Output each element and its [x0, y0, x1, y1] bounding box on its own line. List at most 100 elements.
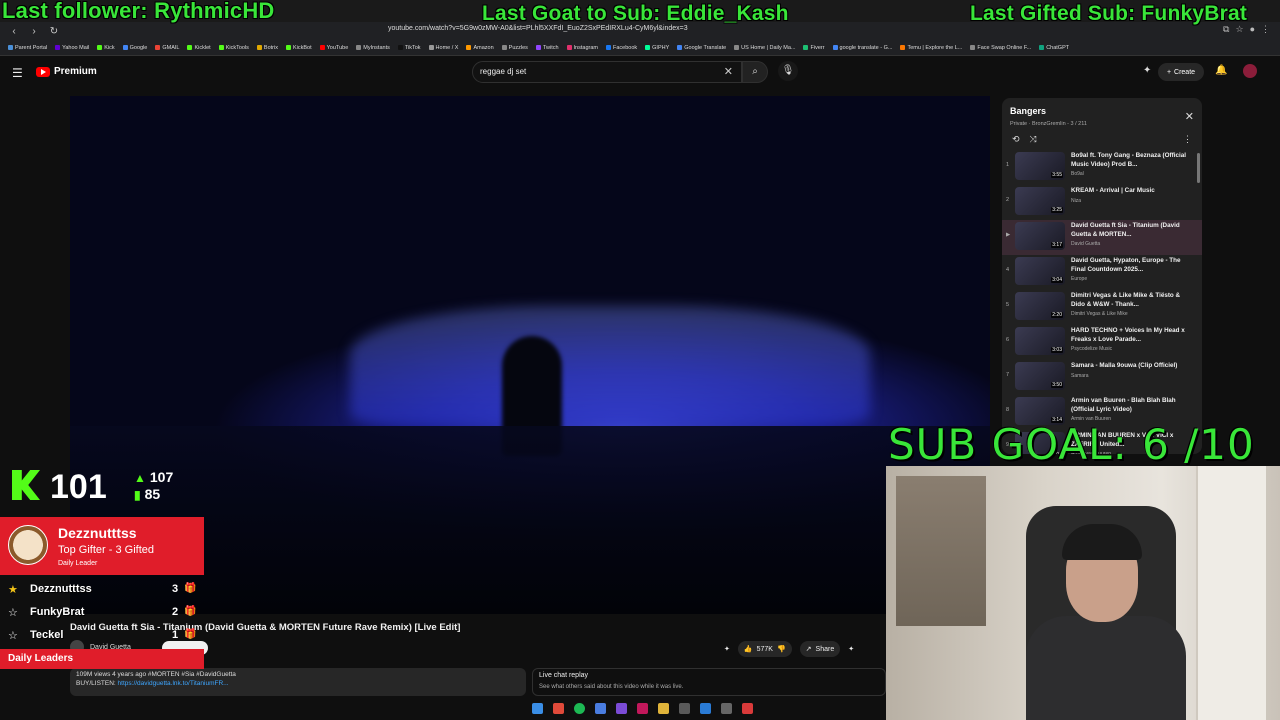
url-field[interactable]: youtube.com/watch?v=5G9w0zMW-A0&list=PLh…	[388, 25, 688, 32]
bookmark-item[interactable]: Facebook	[606, 45, 637, 51]
dislike-icon[interactable]: 👎	[777, 645, 786, 653]
settings-icon[interactable]	[720, 702, 732, 714]
menu-icon[interactable]: ⋮	[1261, 24, 1270, 35]
playlist-item[interactable]: 1 3:55 Bo9al ft. Tony Gang - Beznaza (Offi…	[1002, 150, 1202, 185]
playlist-item-thumbnail: 3:55	[1015, 152, 1065, 180]
bookmark-label: US Home | Daily Ma...	[741, 44, 796, 51]
playlist-item[interactable]: ▶ 3:17 David Guetta ft Sia - Titanium (Dav…	[1002, 220, 1202, 255]
discord-icon[interactable]	[615, 702, 627, 714]
search-icon: ⌕	[752, 66, 758, 77]
bookmark-label: YouTube	[326, 44, 349, 51]
create-button[interactable]: + Create	[1158, 63, 1204, 81]
bookmark-item[interactable]: Google	[122, 45, 147, 51]
search-input[interactable]: reggae dj set ✕	[472, 61, 742, 83]
playlist-more-icon[interactable]: ⋮	[1183, 134, 1192, 145]
app-icon-4[interactable]	[741, 702, 753, 714]
live-chat-title: Live chat replay	[539, 672, 589, 679]
cast-icon[interactable]: ✦	[1143, 65, 1151, 76]
bookmark-item[interactable]: Google Translate	[677, 45, 726, 51]
bookmark-item[interactable]: US Home | Daily Ma...	[734, 45, 795, 51]
youtube-play-icon	[36, 66, 50, 77]
description-link[interactable]: https://davidguetta.lnk.to/TitaniumFR...	[118, 680, 229, 687]
playlist-item[interactable]: 4 3:04 David Guetta, Hypaton, Europe - The…	[1002, 255, 1202, 290]
bookmark-label: Fiverr	[810, 44, 825, 51]
share-label: Share	[815, 645, 835, 653]
obs-icon[interactable]	[636, 702, 648, 714]
reload-icon[interactable]: ↻	[48, 26, 60, 37]
youtube-logo[interactable]: Premium	[36, 66, 97, 77]
like-count[interactable]: 577K	[757, 646, 773, 653]
bookmark-item[interactable]: MyInstants	[356, 45, 390, 51]
shuffle-icon[interactable]: ⤨	[1030, 134, 1037, 145]
loop-icon[interactable]: ⟲	[1012, 134, 1020, 145]
hamburger-menu-icon[interactable]: ☰	[12, 66, 23, 80]
playlist-item[interactable]: 7 3:50 Samara - Malla 9ouwa (Clip Officiel…	[1002, 360, 1202, 395]
app-icon-2[interactable]	[678, 702, 690, 714]
bookmark-item[interactable]: Kicklet	[187, 45, 211, 51]
bookmark-item[interactable]: Fiverr	[803, 44, 825, 51]
taskbar	[492, 698, 792, 718]
forward-icon[interactable]: ›	[28, 26, 40, 37]
gift-icon: 🎁	[184, 583, 197, 594]
share-button[interactable]: ↗ Share	[799, 641, 841, 657]
create-label: Create	[1174, 68, 1196, 76]
playlist-item[interactable]: 2 3:25 KREAM - Arrival | Car Music Niza	[1002, 185, 1202, 220]
more-actions-icon[interactable]: ✦	[848, 645, 854, 653]
bookmark-item[interactable]: Instagram	[566, 45, 598, 51]
bookmark-item[interactable]: Parent Portal	[8, 45, 47, 51]
bookmark-item[interactable]: KickTools	[218, 45, 249, 51]
gift-icon: 🎁	[184, 606, 197, 617]
like-icon[interactable]: 👍	[744, 645, 753, 653]
profile-icon[interactable]: ●	[1250, 24, 1255, 35]
bookmark-favicon-icon	[428, 45, 434, 50]
account-avatar[interactable]	[1243, 64, 1257, 78]
playlist-item[interactable]: 5 2:20 Dimitri Vegas & Like Mike & Tiësto …	[1002, 290, 1202, 325]
bookmark-item[interactable]: Kick	[97, 45, 115, 51]
bookmark-item[interactable]: Temu | Explore the L...	[900, 45, 962, 51]
spotify-icon[interactable]	[573, 702, 585, 714]
playlist-item-title: Armin van Buuren - Blah Blah Blah (Offic…	[1071, 397, 1176, 413]
bookmark-item[interactable]: Botrix	[256, 45, 278, 51]
back-icon[interactable]: ‹	[8, 26, 20, 37]
playlist-title[interactable]: Bangers	[1010, 106, 1087, 116]
bookmark-item[interactable]: ChatGPT	[1039, 45, 1069, 51]
brave-browser-icon[interactable]	[552, 702, 564, 714]
share-icon: ↗	[805, 646, 812, 653]
search-button[interactable]: ⌕	[742, 61, 768, 83]
bookmark-label: MyInstants	[363, 44, 390, 51]
bookmark-item[interactable]: google translate - G...	[832, 45, 892, 51]
bookmark-item[interactable]: GMAIL	[155, 45, 179, 51]
app-icon[interactable]	[594, 702, 606, 714]
bookmark-item[interactable]: KickBot	[285, 45, 312, 51]
bookmark-favicon-icon	[97, 45, 103, 50]
bookmark-item[interactable]: Puzzles	[501, 45, 528, 51]
playlist-scrollbar[interactable]	[1197, 153, 1200, 183]
video-player[interactable]	[70, 96, 990, 614]
playlist-item-channel: Europe	[1071, 276, 1088, 282]
playlist-item[interactable]: 6 3:03 HARD TECHNO + Voices In My Head x F…	[1002, 325, 1202, 360]
bookmark-item[interactable]: Yahoo Mail	[55, 45, 89, 51]
bookmark-item[interactable]: Amazon	[466, 45, 494, 51]
bookmark-item[interactable]: Home / X	[428, 45, 458, 51]
bookmark-item[interactable]: YouTube	[319, 44, 349, 51]
bookmark-favicon-icon	[900, 45, 906, 50]
bookmark-favicon-icon	[285, 45, 291, 50]
playlist-item-channel: David Guetta	[1071, 241, 1101, 247]
clear-search-icon[interactable]: ✕	[724, 65, 733, 78]
bookmark-item[interactable]: Twitch	[535, 45, 559, 51]
bookmark-item[interactable]: Face Swap Online F...	[970, 45, 1031, 51]
close-playlist-icon[interactable]: ✕	[1185, 110, 1194, 123]
bookmark-label: Temu | Explore the L...	[907, 44, 963, 51]
app-icon-3[interactable]	[699, 702, 711, 714]
video-description[interactable]: 109M views 4 years ago #MORTEN #Sia #Dav…	[70, 668, 526, 696]
youtube-premium-label: Premium	[54, 66, 97, 77]
ai-sparkle-icon[interactable]: ✦	[724, 645, 730, 653]
notifications-bell-icon[interactable]: 🔔	[1215, 65, 1227, 76]
windows-start-icon[interactable]	[531, 702, 543, 714]
bookmark-item[interactable]: GIPHY	[645, 45, 669, 51]
playlist-item-channel: Dimitri Vegas & Like Mike	[1071, 311, 1128, 317]
file-explorer-icon[interactable]	[657, 702, 669, 714]
bookmark-item[interactable]: TikTok	[397, 45, 421, 51]
voice-search-button[interactable]: 🎙	[778, 61, 798, 81]
live-chat-replay[interactable]: Live chat replay See what others said ab…	[532, 668, 886, 696]
